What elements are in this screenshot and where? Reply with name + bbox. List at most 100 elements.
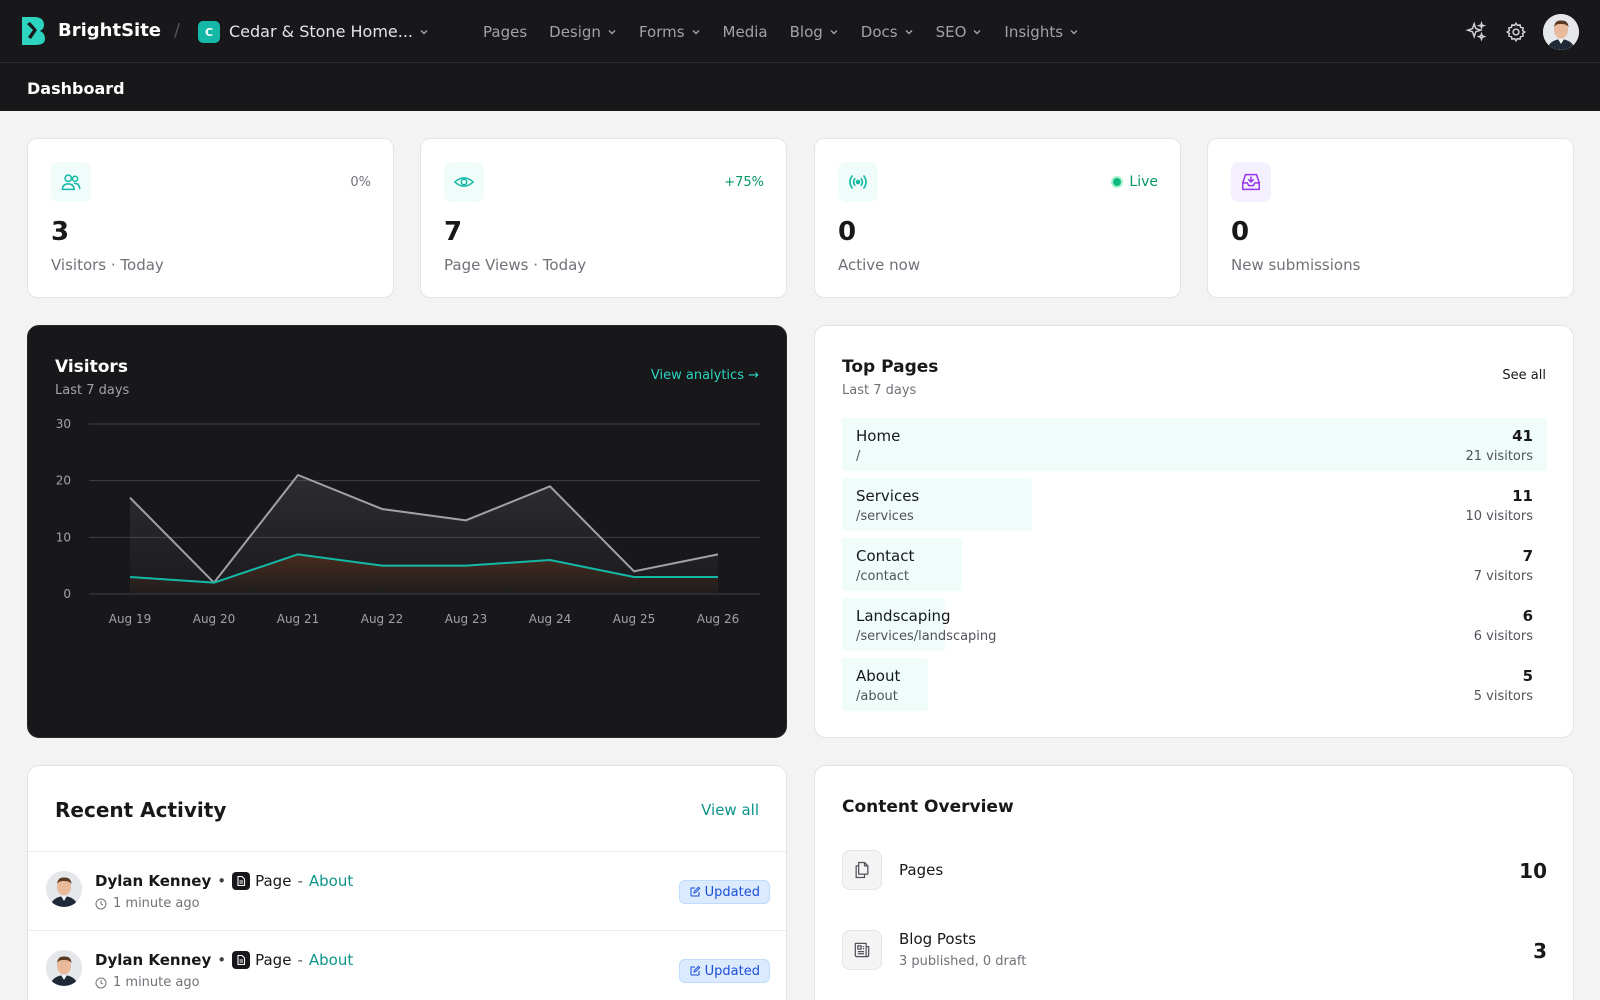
page-type-icon bbox=[232, 951, 251, 969]
stat-value: 0 bbox=[838, 217, 857, 247]
top-page-row[interactable]: Home / 41 21 visitors bbox=[842, 418, 1547, 471]
stat-card-submissions: 0 New submissions bbox=[1207, 138, 1574, 298]
y-tick-label: 20 bbox=[56, 474, 71, 488]
visitors-chart-card: Visitors Last 7 days View analytics → 01… bbox=[27, 325, 787, 738]
top-page-row[interactable]: Landscaping/services/landscaping 6 6 visit… bbox=[842, 598, 1547, 651]
sub-bar bbox=[0, 63, 1600, 111]
activity-time-text: 1 minute ago bbox=[113, 896, 200, 911]
stat-change: 0% bbox=[350, 175, 371, 190]
top-page-views: 41 bbox=[1512, 427, 1533, 445]
nav-item-forms[interactable]: Forms bbox=[639, 23, 701, 41]
content-item-count: 3 bbox=[1533, 939, 1547, 963]
stat-card-page-views: +75% 7 Page Views · Today bbox=[420, 138, 787, 298]
gear-icon[interactable] bbox=[1505, 21, 1527, 43]
nav-item-pages[interactable]: Pages bbox=[483, 23, 527, 41]
top-page-path: /about bbox=[856, 689, 898, 704]
nav-item-label: Design bbox=[549, 22, 601, 41]
top-page-path: /services/landscaping bbox=[856, 629, 997, 644]
chevron-down-icon bbox=[830, 29, 838, 34]
site-switcher[interactable]: Cedar & Stone Home... bbox=[229, 22, 413, 41]
y-tick-label: 10 bbox=[56, 530, 71, 544]
activity-user[interactable]: Dylan Kenney bbox=[95, 951, 211, 969]
activity-user[interactable]: Dylan Kenney bbox=[95, 872, 211, 890]
edit-icon bbox=[690, 965, 701, 976]
edit-icon bbox=[690, 886, 701, 897]
content-item-pages[interactable]: Pages 10 bbox=[842, 850, 1547, 892]
stat-value: 0 bbox=[1231, 217, 1250, 247]
chevron-down-icon bbox=[973, 29, 981, 34]
top-page-row[interactable]: Services/services 11 10 visitors bbox=[842, 478, 1547, 531]
chevron-down-icon bbox=[905, 29, 913, 34]
nav-item-seo[interactable]: SEO bbox=[936, 23, 983, 41]
content-item-subtitle: 3 published, 0 draft bbox=[899, 954, 1027, 969]
x-tick-label: Aug 23 bbox=[445, 612, 488, 626]
activity-separator: • bbox=[217, 872, 227, 890]
activity-row: Dylan Kenney • Page - About 1 minute ago Updat… bbox=[28, 851, 786, 930]
x-tick-label: Aug 22 bbox=[361, 612, 404, 626]
top-page-visitors: 21 visitors bbox=[1465, 449, 1533, 464]
x-tick-label: Aug 19 bbox=[109, 612, 152, 626]
stat-label: New submissions bbox=[1231, 256, 1361, 274]
status-badge-label: Updated bbox=[704, 963, 760, 979]
avatar[interactable] bbox=[46, 950, 82, 986]
site-badge[interactable]: C bbox=[198, 21, 220, 43]
live-dot bbox=[1111, 176, 1124, 188]
top-page-visitors: 5 visitors bbox=[1473, 689, 1533, 704]
sparkles-icon[interactable] bbox=[1465, 21, 1487, 43]
activity-time: 1 minute ago bbox=[95, 975, 200, 990]
activity-type: Page bbox=[255, 951, 292, 969]
x-tick-label: Aug 20 bbox=[193, 612, 236, 626]
breadcrumb-separator: / bbox=[174, 20, 181, 41]
stat-value: 7 bbox=[444, 217, 463, 247]
view-all-link[interactable]: View all bbox=[701, 801, 759, 819]
user-avatar[interactable] bbox=[1543, 14, 1579, 50]
top-page-name: Services bbox=[856, 487, 920, 505]
nav-item-media[interactable]: Media bbox=[723, 23, 768, 41]
content-item-blog-posts[interactable]: Blog Posts 3 published, 0 draft 3 bbox=[842, 930, 1547, 972]
activity-dash: - bbox=[297, 951, 303, 969]
activity-target-link[interactable]: About bbox=[309, 951, 353, 969]
nav-item-insights[interactable]: Insights bbox=[1004, 23, 1079, 41]
top-page-visitors: 10 visitors bbox=[1465, 509, 1533, 524]
nav-item-design[interactable]: Design bbox=[549, 23, 617, 41]
top-pages-subtitle: Last 7 days bbox=[842, 383, 917, 398]
chevron-down-icon[interactable] bbox=[418, 26, 430, 38]
activity-row: Dylan Kenney • Page - About 1 minute ago Updat… bbox=[28, 930, 786, 1000]
x-tick-label: Aug 21 bbox=[277, 612, 320, 626]
see-all-link[interactable]: See all bbox=[1502, 368, 1546, 383]
stat-change: +75% bbox=[724, 175, 764, 190]
nav-item-docs[interactable]: Docs bbox=[861, 23, 914, 41]
activity-summary: Dylan Kenney • Page - About bbox=[95, 951, 353, 969]
inbox-icon bbox=[1231, 162, 1271, 202]
top-page-row[interactable]: About/about 5 5 visitors bbox=[842, 658, 1547, 711]
visitors-line-chart: 0 10 20 30 Aug 19 Aug 20 Aug 21 Aug 22 Aug 23 Aug… bbox=[56, 417, 760, 626]
content-item-label: Blog Posts bbox=[899, 930, 977, 948]
chevron-down-icon bbox=[608, 29, 616, 34]
brand-name[interactable]: BrightSite bbox=[58, 20, 161, 41]
x-tick-label: Aug 24 bbox=[529, 612, 572, 626]
top-page-name: Home bbox=[856, 427, 901, 445]
activity-target-link[interactable]: About bbox=[309, 872, 353, 890]
top-page-row[interactable]: Contact/contact 7 7 visitors bbox=[842, 538, 1547, 591]
nav-item-label: Forms bbox=[638, 22, 685, 41]
users-icon bbox=[51, 162, 91, 202]
status-badge-label: Updated bbox=[704, 884, 760, 900]
stat-label: Visitors · Today bbox=[51, 256, 164, 274]
stat-card-active-now: Live 0 Active now bbox=[814, 138, 1181, 298]
pages-icon bbox=[842, 850, 882, 890]
activity-separator: • bbox=[217, 951, 227, 969]
nav-item-blog[interactable]: Blog bbox=[790, 23, 839, 41]
broadcast-icon bbox=[838, 162, 878, 202]
top-page-visitors: 6 visitors bbox=[1473, 629, 1533, 644]
content-item-count: 10 bbox=[1519, 859, 1547, 883]
top-page-views: 7 bbox=[1522, 547, 1533, 565]
live-label: Live bbox=[1129, 174, 1158, 190]
top-page-name: About bbox=[856, 667, 901, 685]
recent-activity-card: Recent Activity View all Dylan Kenney • Pa… bbox=[27, 765, 787, 1000]
clock-icon bbox=[95, 898, 107, 909]
x-tick-label: Aug 25 bbox=[613, 612, 656, 626]
nav-item-label: Insights bbox=[1004, 22, 1064, 41]
activity-time: 1 minute ago bbox=[95, 896, 200, 911]
avatar[interactable] bbox=[46, 871, 82, 907]
brightsite-logo[interactable] bbox=[20, 15, 46, 47]
